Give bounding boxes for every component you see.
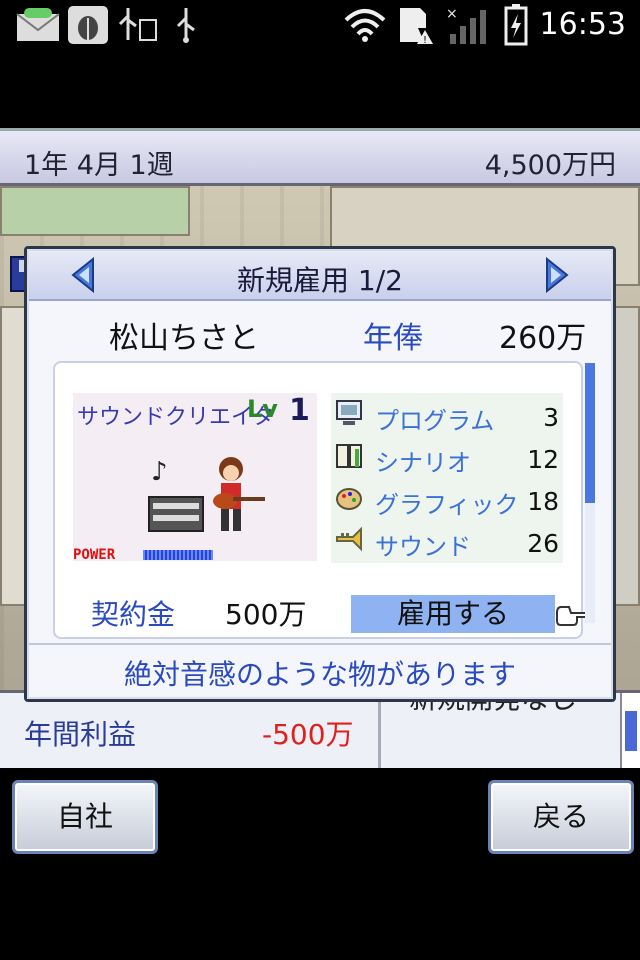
hire-dialog: 新規雇用 1/2 松山ちさと 年俸 260万 サウンドクリエイタ Lv 1 ♪ bbox=[24, 246, 616, 702]
stat-name: グラフィック bbox=[375, 491, 519, 519]
stat-graphic: グラフィック 18 bbox=[331, 479, 563, 521]
candidate-comment: 絶対音感のような物があります bbox=[123, 658, 516, 691]
wifi-icon bbox=[344, 9, 386, 42]
usb-icon bbox=[176, 8, 195, 43]
contract-fee-label: 契約金 bbox=[91, 598, 176, 631]
hire-button[interactable]: 雇用する bbox=[351, 595, 555, 633]
battery-charging-icon bbox=[504, 4, 528, 46]
stat-program: プログラム 3 bbox=[331, 395, 563, 437]
back-button[interactable]: 戻る bbox=[488, 780, 634, 854]
dialog-title: 新規雇用 1/2 bbox=[237, 264, 403, 297]
trumpet-icon bbox=[336, 526, 362, 552]
level-value: 1 bbox=[289, 393, 310, 428]
power-label: POWER bbox=[73, 547, 116, 563]
sd-card-warning-icon: ! bbox=[400, 8, 433, 46]
power-gauge bbox=[143, 550, 213, 560]
skill-stats: プログラム 3 シナリオ 12 グラフィック 18 サウンド 26 bbox=[331, 393, 563, 563]
no-signal-icon: × bbox=[446, 6, 486, 44]
dialog-body: 新規雇用 1/2 松山ちさと 年俸 260万 サウンドクリエイタ Lv 1 ♪ bbox=[27, 249, 613, 699]
svg-text:×: × bbox=[446, 6, 458, 22]
android-debug-icon bbox=[68, 6, 108, 44]
level-label: Lv bbox=[247, 395, 278, 423]
date-money-bar: 1年 4月 1週 4,500万円 bbox=[0, 128, 640, 186]
computer-icon bbox=[336, 400, 362, 425]
candidate-portrait: サウンドクリエイタ Lv 1 ♪ POWER bbox=[73, 393, 317, 563]
contract-fee-value: 500万 bbox=[225, 598, 307, 631]
game-date: 1年 4月 1週 bbox=[24, 150, 174, 181]
scrollbar-thumb[interactable] bbox=[625, 711, 637, 751]
book-icon bbox=[336, 444, 362, 468]
stat-scenario: シナリオ 12 bbox=[331, 437, 563, 479]
next-page-arrow-icon[interactable] bbox=[541, 257, 571, 293]
usb-storage-icon bbox=[118, 8, 157, 41]
stat-value: 18 bbox=[527, 487, 559, 516]
svg-text:!: ! bbox=[423, 35, 427, 46]
annual-profit-label: 年間利益 bbox=[24, 718, 137, 751]
home-company-button[interactable]: 自社 bbox=[12, 780, 158, 854]
development-status: 新規開発なし bbox=[378, 693, 608, 768]
candidate-card: サウンドクリエイタ Lv 1 ♪ POWER プログラム 3 シナリオ 12 グ… bbox=[53, 361, 595, 639]
guitarist-sprite bbox=[148, 457, 265, 532]
candidate-name: 松山ちさと bbox=[109, 321, 259, 356]
job-title: サウンドクリエイタ bbox=[77, 405, 275, 430]
status-bar: ! × 16:53 bbox=[0, 0, 640, 50]
stat-name: プログラム bbox=[375, 407, 495, 435]
dialog-footer: 絶対音感のような物があります bbox=[29, 643, 611, 697]
paint-icon bbox=[336, 488, 362, 510]
salary-value: 260万 bbox=[499, 321, 587, 356]
salary-label: 年俸 bbox=[363, 321, 423, 356]
annual-profit-value: -500万 bbox=[262, 718, 354, 751]
stat-sound: サウンド 26 bbox=[331, 521, 563, 563]
dialog-scrollbar[interactable] bbox=[585, 363, 595, 623]
funds: 4,500万円 bbox=[484, 150, 616, 181]
dialog-header: 新規雇用 1/2 bbox=[29, 251, 611, 301]
mail-icon bbox=[16, 8, 60, 41]
clock: 16:53 bbox=[539, 7, 626, 42]
stat-value: 26 bbox=[527, 529, 559, 558]
stat-name: サウンド bbox=[375, 533, 471, 561]
stat-value: 12 bbox=[527, 445, 559, 474]
scrollbar-thumb[interactable] bbox=[585, 363, 595, 503]
stat-name: シナリオ bbox=[375, 449, 471, 477]
info-scrollbar[interactable] bbox=[620, 693, 640, 768]
stat-value: 3 bbox=[543, 403, 559, 432]
building bbox=[0, 186, 190, 236]
